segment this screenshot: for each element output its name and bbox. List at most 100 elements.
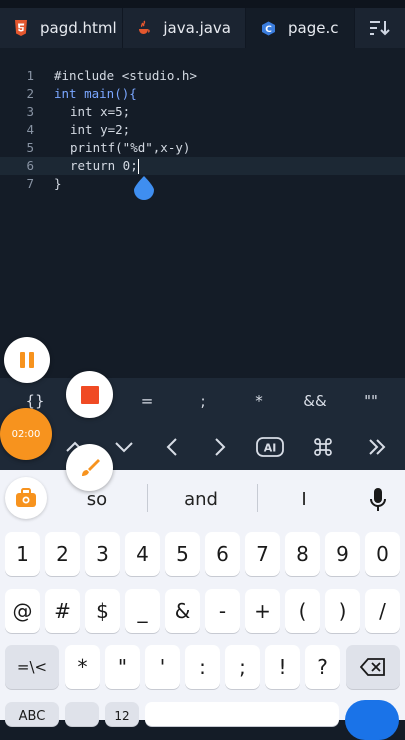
key[interactable]: #: [45, 589, 80, 633]
chevron-left-icon: [166, 438, 177, 456]
status-area: [0, 0, 405, 8]
key[interactable]: ?: [305, 645, 340, 689]
voice-input-button[interactable]: [360, 482, 396, 518]
abc-key[interactable]: ABC: [5, 702, 59, 726]
number-pad-key[interactable]: 12: [105, 702, 139, 726]
java-icon: [137, 20, 151, 36]
suggestion-app-button[interactable]: [5, 477, 47, 519]
key[interactable]: ': [145, 645, 180, 689]
ai-icon: AI: [256, 437, 284, 457]
backspace-key[interactable]: [346, 645, 400, 689]
microphone-icon: [370, 488, 386, 511]
key[interactable]: 6: [205, 532, 240, 576]
line-number: 7: [26, 176, 34, 191]
key[interactable]: @: [5, 589, 40, 633]
code-text: return 0;: [70, 158, 138, 173]
chevron-down-icon: [115, 442, 133, 453]
suggestion-word[interactable]: and: [170, 488, 232, 512]
line-number: 5: [26, 140, 34, 155]
line-number: 3: [26, 104, 34, 119]
svg-text:AI: AI: [264, 442, 277, 455]
key[interactable]: 5: [165, 532, 200, 576]
symbol-key[interactable]: ;: [183, 378, 223, 424]
key[interactable]: $: [85, 589, 120, 633]
key[interactable]: ": [105, 645, 140, 689]
code-text: printf("%d",x-y): [70, 140, 191, 155]
symbol-key[interactable]: *: [239, 378, 279, 424]
key[interactable]: 4: [125, 532, 160, 576]
key[interactable]: 3: [85, 532, 120, 576]
key[interactable]: -: [205, 589, 240, 633]
sort-icon: [370, 21, 390, 36]
line-number: 6: [26, 158, 34, 173]
command-button[interactable]: [303, 424, 343, 470]
code-line: 3 int x=5;: [0, 103, 405, 121]
space-key[interactable]: [145, 702, 339, 726]
suggestion-word[interactable]: so: [72, 488, 122, 512]
timer-label: 02:00: [11, 428, 41, 440]
recording-timer[interactable]: 02:00: [0, 408, 52, 460]
file-tabs: pagd.html java.java C page.c: [0, 8, 405, 48]
symbol-key[interactable]: =: [127, 378, 167, 424]
command-icon: [314, 438, 332, 456]
text-caret: [137, 159, 140, 174]
code-line: 1 #include <studio.h>: [0, 67, 405, 85]
symbol-key[interactable]: "": [351, 378, 391, 424]
tab-label: pagd.html: [40, 19, 117, 37]
navigation-bar: AI: [0, 424, 405, 470]
code-text: int x=5;: [70, 104, 131, 119]
key[interactable]: *: [65, 645, 100, 689]
line-number: 4: [26, 122, 34, 137]
emoji-key[interactable]: [65, 702, 99, 726]
chevron-right-button[interactable]: [200, 424, 240, 470]
key[interactable]: (: [285, 589, 320, 633]
code-editor[interactable]: 1 #include <studio.h> 2 int main(){ 3 in…: [0, 60, 405, 380]
code-line: 2 int main(){: [0, 85, 405, 103]
code-text: #include <studio.h>: [54, 68, 197, 83]
code-text: int main(){: [54, 86, 137, 101]
key[interactable]: +: [245, 589, 280, 633]
briefcase-icon: [16, 488, 36, 507]
stop-recording-button[interactable]: [66, 371, 113, 418]
symbol-key[interactable]: &&: [295, 378, 335, 424]
chevron-left-button[interactable]: [152, 424, 192, 470]
code-line-current: 6 return 0;: [0, 157, 405, 175]
enter-key[interactable]: [345, 700, 399, 740]
key[interactable]: _: [125, 589, 160, 633]
key[interactable]: 1: [5, 532, 40, 576]
key[interactable]: 0: [365, 532, 400, 576]
symbols-page-key[interactable]: =\<: [5, 645, 59, 689]
code-text: int y=2;: [70, 122, 131, 137]
key[interactable]: ;: [225, 645, 260, 689]
annotate-button[interactable]: [66, 444, 113, 491]
key[interactable]: /: [365, 589, 400, 633]
cursor-handle-icon[interactable]: [134, 176, 154, 200]
tab-pagd-html[interactable]: pagd.html: [0, 8, 123, 48]
key[interactable]: 8: [285, 532, 320, 576]
code-text: }: [54, 176, 62, 191]
key[interactable]: 7: [245, 532, 280, 576]
line-number: 1: [26, 68, 34, 83]
key[interactable]: 2: [45, 532, 80, 576]
ai-button[interactable]: AI: [250, 424, 290, 470]
code-line: 5 printf("%d",x-y): [0, 139, 405, 157]
key[interactable]: 9: [325, 532, 360, 576]
backspace-icon: [360, 658, 385, 676]
chevron-right-icon: [215, 438, 226, 456]
stop-icon: [80, 385, 99, 404]
tab-java-java[interactable]: java.java: [123, 8, 246, 48]
brush-icon: [81, 458, 100, 476]
key[interactable]: !: [265, 645, 300, 689]
code-line: 7 }: [0, 175, 405, 193]
line-number: 2: [26, 86, 34, 101]
pause-recording-button[interactable]: [4, 337, 50, 383]
key[interactable]: &: [165, 589, 200, 633]
tab-page-c[interactable]: C page.c: [246, 8, 355, 48]
tab-label: page.c: [288, 19, 339, 37]
key[interactable]: ): [325, 589, 360, 633]
symbol-bar: {} = ; * && "": [0, 378, 405, 424]
sort-button[interactable]: [355, 8, 405, 48]
key[interactable]: :: [185, 645, 220, 689]
suggestion-word[interactable]: I: [284, 488, 324, 512]
double-chevron-right-button[interactable]: [357, 424, 397, 470]
